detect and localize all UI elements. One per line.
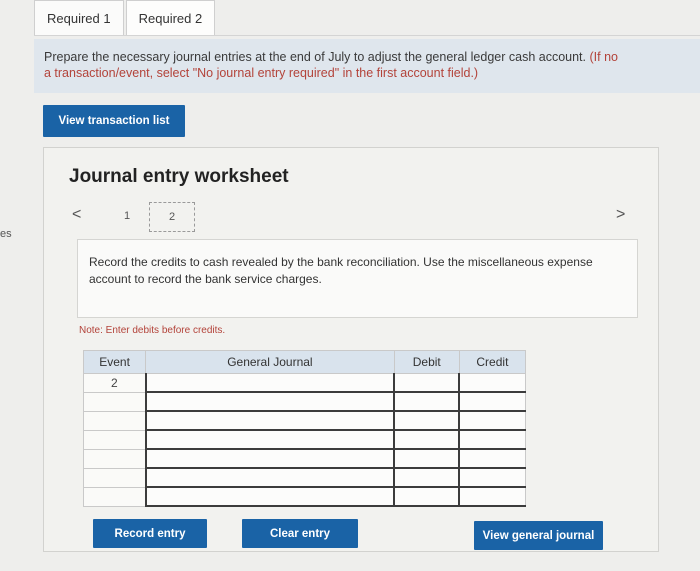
tab-divider (34, 35, 700, 36)
general-journal-account-field[interactable] (144, 373, 395, 393)
instructions-note: (If no (589, 50, 618, 64)
debit-field[interactable] (393, 448, 460, 469)
page-2-current[interactable]: 2 (149, 202, 195, 232)
table-row (82, 486, 527, 507)
header-debit: Debit (393, 350, 460, 374)
credit-field[interactable] (458, 373, 527, 393)
header-general-journal: General Journal (145, 350, 395, 374)
journal-entry-table: Event General Journal Debit Credit 2 (82, 350, 527, 507)
debit-field[interactable] (393, 373, 460, 393)
credit-field[interactable] (458, 391, 527, 412)
side-cropped-label: es (0, 228, 12, 240)
tab-bar: Required 1 Required 2 (34, 0, 216, 36)
clear-entry-button[interactable]: Clear entry (242, 519, 358, 548)
credit-field[interactable] (458, 467, 527, 488)
credit-field[interactable] (458, 486, 527, 507)
event-cell (82, 448, 147, 469)
table-row (82, 391, 527, 412)
table-row (82, 448, 527, 469)
debit-field[interactable] (393, 391, 460, 412)
event-cell (82, 467, 147, 488)
general-journal-account-field[interactable] (144, 486, 395, 507)
table-row (82, 429, 527, 450)
prev-page-arrow-icon[interactable]: < (72, 206, 81, 224)
general-journal-account-field[interactable] (144, 410, 395, 431)
event-cell (82, 391, 147, 412)
debit-field[interactable] (393, 410, 460, 431)
general-journal-account-field[interactable] (144, 391, 395, 412)
general-journal-account-field[interactable] (144, 467, 395, 488)
header-event: Event (82, 350, 147, 374)
page-1-link[interactable]: 1 (124, 210, 130, 222)
event-cell (82, 486, 147, 507)
general-journal-account-field[interactable] (144, 448, 395, 469)
tab-required-1[interactable]: Required 1 (34, 0, 124, 35)
instructions-text: Prepare the necessary journal entries at… (44, 50, 586, 64)
table-row: 2 (82, 373, 527, 393)
instructions-banner: Prepare the necessary journal entries at… (34, 39, 700, 93)
event-cell (82, 429, 147, 450)
worksheet-title: Journal entry worksheet (69, 166, 289, 187)
event-cell (82, 410, 147, 431)
header-credit: Credit (458, 350, 527, 374)
debit-field[interactable] (393, 429, 460, 450)
view-general-journal-button[interactable]: View general journal (474, 521, 603, 550)
event-cell: 2 (82, 373, 147, 393)
instructions-note-line2: a transaction/event, select "No journal … (44, 66, 479, 80)
task-description: Record the credits to cash revealed by t… (77, 239, 638, 318)
tab-required-2[interactable]: Required 2 (125, 0, 216, 35)
table-row (82, 467, 527, 488)
debit-field[interactable] (393, 467, 460, 488)
record-entry-button[interactable]: Record entry (93, 519, 207, 548)
credit-field[interactable] (458, 448, 527, 469)
next-page-arrow-icon[interactable]: > (616, 206, 625, 224)
credit-field[interactable] (458, 410, 527, 431)
general-journal-account-field[interactable] (144, 429, 395, 450)
debit-field[interactable] (393, 486, 460, 507)
table-row (82, 410, 527, 431)
credit-field[interactable] (458, 429, 527, 450)
debits-note: Note: Enter debits before credits. (79, 325, 226, 336)
view-transaction-list-button[interactable]: View transaction list (43, 105, 185, 137)
